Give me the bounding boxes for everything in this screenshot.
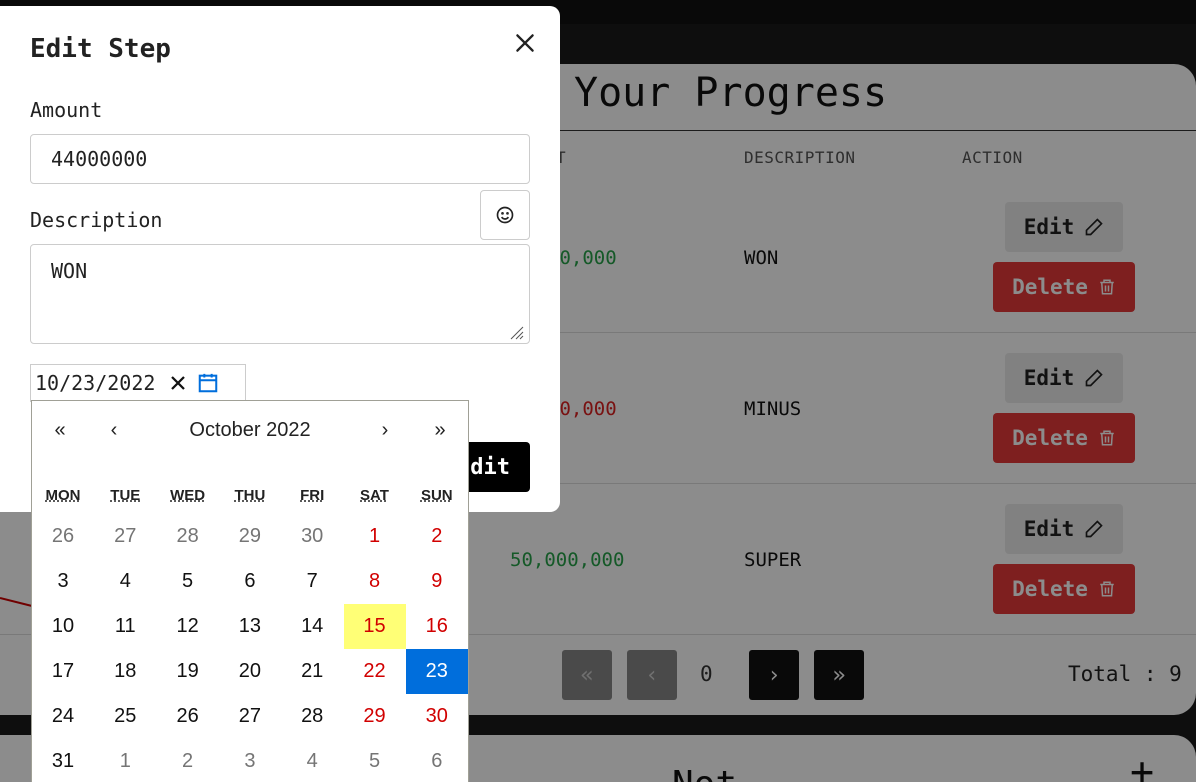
- calendar-day[interactable]: 23: [405, 649, 468, 694]
- smiley-icon: [496, 206, 514, 224]
- close-icon[interactable]: [512, 30, 538, 56]
- calendar-day[interactable]: 13: [219, 604, 281, 649]
- calendar-month-label[interactable]: October 2022: [162, 419, 338, 442]
- calendar-icon[interactable]: [197, 372, 219, 394]
- weekday-header: SAT: [360, 487, 389, 504]
- calendar-day[interactable]: 21: [281, 649, 343, 694]
- calendar-day[interactable]: 1: [94, 739, 156, 782]
- date-input[interactable]: 10/23/2022: [30, 364, 246, 402]
- calendar-day[interactable]: 24: [32, 694, 94, 739]
- next-year-button[interactable]: »: [420, 419, 460, 442]
- next-month-button[interactable]: ›: [365, 419, 405, 442]
- calendar-day[interactable]: 12: [157, 604, 219, 649]
- calendar-day[interactable]: 18: [94, 649, 156, 694]
- calendar-day[interactable]: 14: [281, 604, 343, 649]
- clear-date-icon[interactable]: [169, 374, 187, 392]
- calendar-day[interactable]: 6: [219, 559, 281, 604]
- weekday-header: THU: [234, 487, 266, 504]
- calendar-day[interactable]: 20: [219, 649, 281, 694]
- calendar-day[interactable]: 17: [32, 649, 94, 694]
- calendar-day[interactable]: 11: [94, 604, 156, 649]
- calendar-day[interactable]: 2: [406, 514, 468, 559]
- calendar-day[interactable]: 27: [94, 514, 156, 559]
- amount-input[interactable]: [30, 134, 530, 184]
- calendar-day[interactable]: 28: [281, 694, 343, 739]
- calendar-day[interactable]: 31: [32, 739, 94, 782]
- weekday-header: MON: [45, 487, 81, 504]
- resize-grip-icon[interactable]: [508, 324, 524, 340]
- calendar-day[interactable]: 28: [157, 514, 219, 559]
- calendar-day[interactable]: 26: [32, 514, 94, 559]
- prev-year-button[interactable]: «: [40, 419, 80, 442]
- calendar-day[interactable]: 15: [343, 604, 406, 649]
- calendar-day[interactable]: 8: [344, 559, 406, 604]
- description-textarea[interactable]: WON: [30, 244, 530, 344]
- calendar-day[interactable]: 30: [281, 514, 343, 559]
- calendar-day[interactable]: 5: [344, 739, 406, 782]
- date-value: 10/23/2022: [35, 371, 156, 395]
- calendar-day[interactable]: 29: [219, 514, 281, 559]
- modal-title: Edit Step: [30, 34, 171, 64]
- calendar-day[interactable]: 4: [94, 559, 156, 604]
- calendar-day[interactable]: 6: [406, 739, 468, 782]
- calendar-day[interactable]: 1: [344, 514, 406, 559]
- calendar-day[interactable]: 5: [157, 559, 219, 604]
- calendar-day[interactable]: 9: [406, 559, 468, 604]
- emoji-picker-button[interactable]: [480, 190, 530, 240]
- calendar-day[interactable]: 30: [406, 694, 468, 739]
- calendar-day[interactable]: 22: [344, 649, 406, 694]
- calendar-day[interactable]: 4: [281, 739, 343, 782]
- weekday-header: FRI: [300, 487, 325, 504]
- weekday-header: SUN: [420, 487, 453, 504]
- calendar-day[interactable]: 26: [157, 694, 219, 739]
- calendar-day[interactable]: 10: [32, 604, 94, 649]
- calendar-day[interactable]: 16: [406, 604, 468, 649]
- description-label: Description: [30, 208, 163, 232]
- calendar-day[interactable]: 19: [157, 649, 219, 694]
- calendar-day[interactable]: 25: [94, 694, 156, 739]
- amount-label: Amount: [30, 98, 103, 122]
- calendar-day[interactable]: 3: [219, 739, 281, 782]
- weekday-header: TUE: [110, 487, 141, 504]
- calendar-day[interactable]: 7: [281, 559, 343, 604]
- calendar-day[interactable]: 2: [157, 739, 219, 782]
- calendar-popup: « ‹ October 2022 › » MON TUE WED THU FRI SAT S…: [31, 400, 469, 782]
- calendar-day[interactable]: 3: [32, 559, 94, 604]
- prev-month-button[interactable]: ‹: [94, 419, 134, 442]
- weekday-header: WED: [170, 487, 206, 504]
- calendar-day[interactable]: 27: [219, 694, 281, 739]
- calendar-day[interactable]: 29: [344, 694, 406, 739]
